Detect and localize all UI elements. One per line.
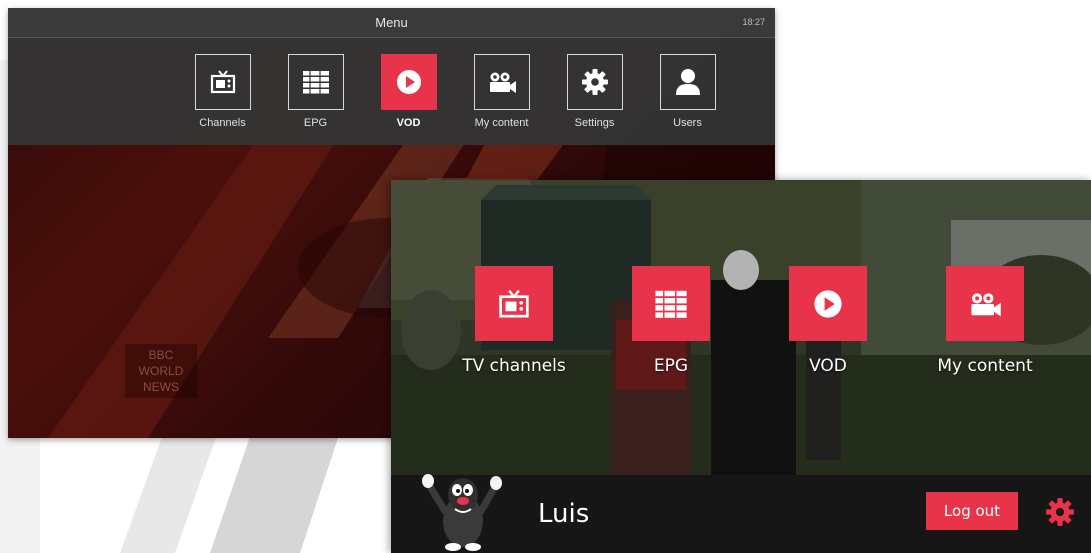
logo-line: WORLD bbox=[138, 364, 184, 378]
bbc-world-news-logo: BBC WORLD NEWS bbox=[125, 344, 197, 398]
tile-tv-channels[interactable] bbox=[475, 266, 553, 341]
camera-icon bbox=[971, 292, 1001, 316]
menu-item-label: Channels bbox=[199, 117, 246, 129]
play-icon bbox=[814, 289, 842, 318]
home-screen: TV channels EPG VOD My content Luis Log … bbox=[391, 180, 1091, 553]
menu-item-label: Users bbox=[673, 117, 702, 129]
menu-item-settings[interactable]: Settings bbox=[548, 54, 641, 129]
logo-line: NEWS bbox=[143, 380, 179, 394]
tile-label: My content bbox=[937, 356, 1033, 376]
menu-item-label: My content bbox=[474, 117, 529, 129]
menu-titlebar: Menu 18:27 bbox=[8, 8, 775, 38]
tile-vod[interactable] bbox=[789, 266, 867, 341]
tile-label: VOD bbox=[809, 356, 847, 376]
tv-icon bbox=[499, 289, 529, 317]
menu-item-epg[interactable]: EPG bbox=[269, 54, 362, 129]
clock: 18:27 bbox=[742, 17, 765, 27]
gear-icon bbox=[566, 54, 623, 110]
menu-item-label: Settings bbox=[574, 117, 615, 129]
gear-icon[interactable] bbox=[1045, 497, 1075, 527]
camera-icon bbox=[473, 54, 530, 110]
user-bar: Luis Log out bbox=[391, 474, 1091, 553]
logout-button[interactable]: Log out bbox=[926, 492, 1018, 530]
tile-label: TV channels bbox=[462, 356, 566, 376]
tile-epg[interactable] bbox=[632, 266, 710, 341]
user-name: Luis bbox=[538, 499, 590, 529]
menu-item-label: EPG bbox=[303, 117, 328, 129]
epg-list-icon bbox=[287, 54, 344, 110]
tile-label: EPG bbox=[653, 356, 689, 376]
menu-panel: Menu 18:27 Channels EPG VOD My content S… bbox=[8, 8, 775, 145]
logo-line: BBC bbox=[148, 348, 174, 362]
play-icon bbox=[380, 54, 437, 110]
menu-item-label: VOD bbox=[396, 117, 421, 129]
tile-my-content[interactable] bbox=[946, 266, 1024, 341]
tv-icon bbox=[194, 54, 251, 110]
menu-item-vod[interactable]: VOD bbox=[362, 54, 455, 129]
user-icon bbox=[659, 54, 716, 110]
menu-items: Channels EPG VOD My content Settings Use… bbox=[176, 54, 734, 129]
menu-title: Menu bbox=[375, 15, 408, 30]
menu-item-users[interactable]: Users bbox=[641, 54, 734, 129]
menu-item-channels[interactable]: Channels bbox=[176, 54, 269, 129]
epg-list-icon bbox=[655, 290, 687, 318]
avatar[interactable] bbox=[419, 459, 503, 551]
menu-item-my-content[interactable]: My content bbox=[455, 54, 548, 129]
